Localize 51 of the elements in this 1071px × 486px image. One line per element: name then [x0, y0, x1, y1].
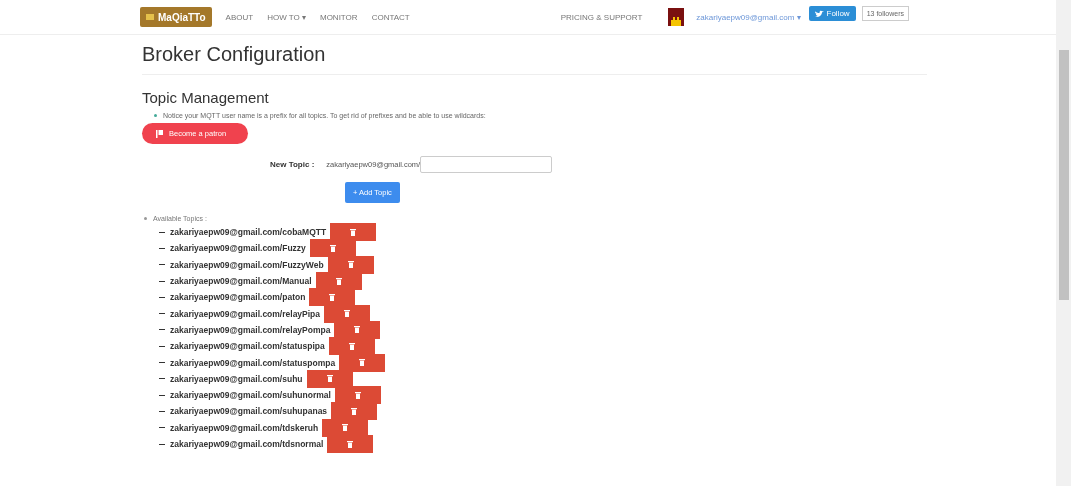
- topic-name: zakariyaepw09@gmail.com/relayPompa: [170, 324, 331, 335]
- delete-button[interactable]: [306, 369, 353, 388]
- flag-icon: [156, 129, 163, 138]
- nav-link[interactable]: ABOUT: [225, 12, 254, 22]
- trash-icon: [344, 310, 351, 318]
- trash-icon: [351, 407, 358, 415]
- topic-name: zakariyaepw09@gmail.com/relayPipa: [170, 308, 321, 319]
- section-title: Topic Management: [142, 89, 270, 106]
- trash-icon: [350, 228, 357, 236]
- trash-icon: [326, 375, 333, 383]
- delete-button[interactable]: [309, 239, 356, 258]
- nav-link[interactable]: PRICING & SUPPORT: [560, 12, 643, 22]
- topic-name: zakariyaepw09@gmail.com/paton: [170, 292, 306, 303]
- trash-icon: [348, 342, 355, 350]
- topic-name: zakariyaepw09@gmail.com/Manual: [170, 276, 312, 287]
- topic-name: zakariyaepw09@gmail.com/Fuzzy: [170, 243, 306, 254]
- delete-button[interactable]: [339, 353, 386, 372]
- trash-icon: [347, 261, 354, 269]
- logo-text: MaQiaTTo: [158, 11, 206, 23]
- follow-button[interactable]: Follow: [808, 6, 856, 21]
- logo-icon: [146, 14, 154, 20]
- nav-link[interactable]: MONITOR: [320, 12, 358, 22]
- nav-link[interactable]: CONTACT: [371, 12, 410, 22]
- topic-name: zakariyaepw09@gmail.com/suhunormal: [170, 390, 331, 401]
- scrollbar[interactable]: [1056, 0, 1071, 486]
- user-email-link[interactable]: zakariyaepw09@gmail.com ▾: [696, 12, 801, 22]
- bird-icon: [814, 9, 824, 18]
- topic-name: zakariyaepw09@gmail.com/suhupanas: [170, 406, 328, 417]
- trash-icon: [354, 326, 361, 334]
- avatar-icon[interactable]: [668, 8, 685, 26]
- page-title: Broker Configuration: [142, 43, 327, 66]
- trash-icon: [329, 244, 336, 252]
- new-topic-field[interactable]: [420, 156, 553, 173]
- logo[interactable]: MaQiaTTo: [140, 7, 212, 27]
- topic-name: zakariyaepw09@gmail.com/FuzzyWeb: [170, 259, 324, 270]
- new-topic-label: New Topic :: [270, 160, 315, 169]
- delete-button[interactable]: [327, 435, 374, 453]
- trash-icon: [354, 391, 361, 399]
- topic-name: zakariyaepw09@gmail.com/suhu: [170, 373, 303, 384]
- topic-name: zakariyaepw09@gmail.com/cobaMQTT: [170, 227, 327, 238]
- topic-name: zakariyaepw09@gmail.com/statuspompa: [170, 357, 336, 368]
- delete-button[interactable]: [330, 223, 377, 242]
- trash-icon: [342, 424, 349, 432]
- trash-icon: [359, 359, 366, 367]
- topic-name: zakariyaepw09@gmail.com/tdsnormal: [170, 439, 324, 449]
- trash-icon: [335, 277, 342, 285]
- topic-name: zakariyaepw09@gmail.com/tdskeruh: [170, 422, 319, 433]
- nav-link[interactable]: HOW TO ▾: [267, 12, 306, 22]
- trash-icon: [329, 293, 336, 301]
- trash-icon: [347, 440, 354, 448]
- topic-name: zakariyaepw09@gmail.com/statuspipa: [170, 341, 325, 352]
